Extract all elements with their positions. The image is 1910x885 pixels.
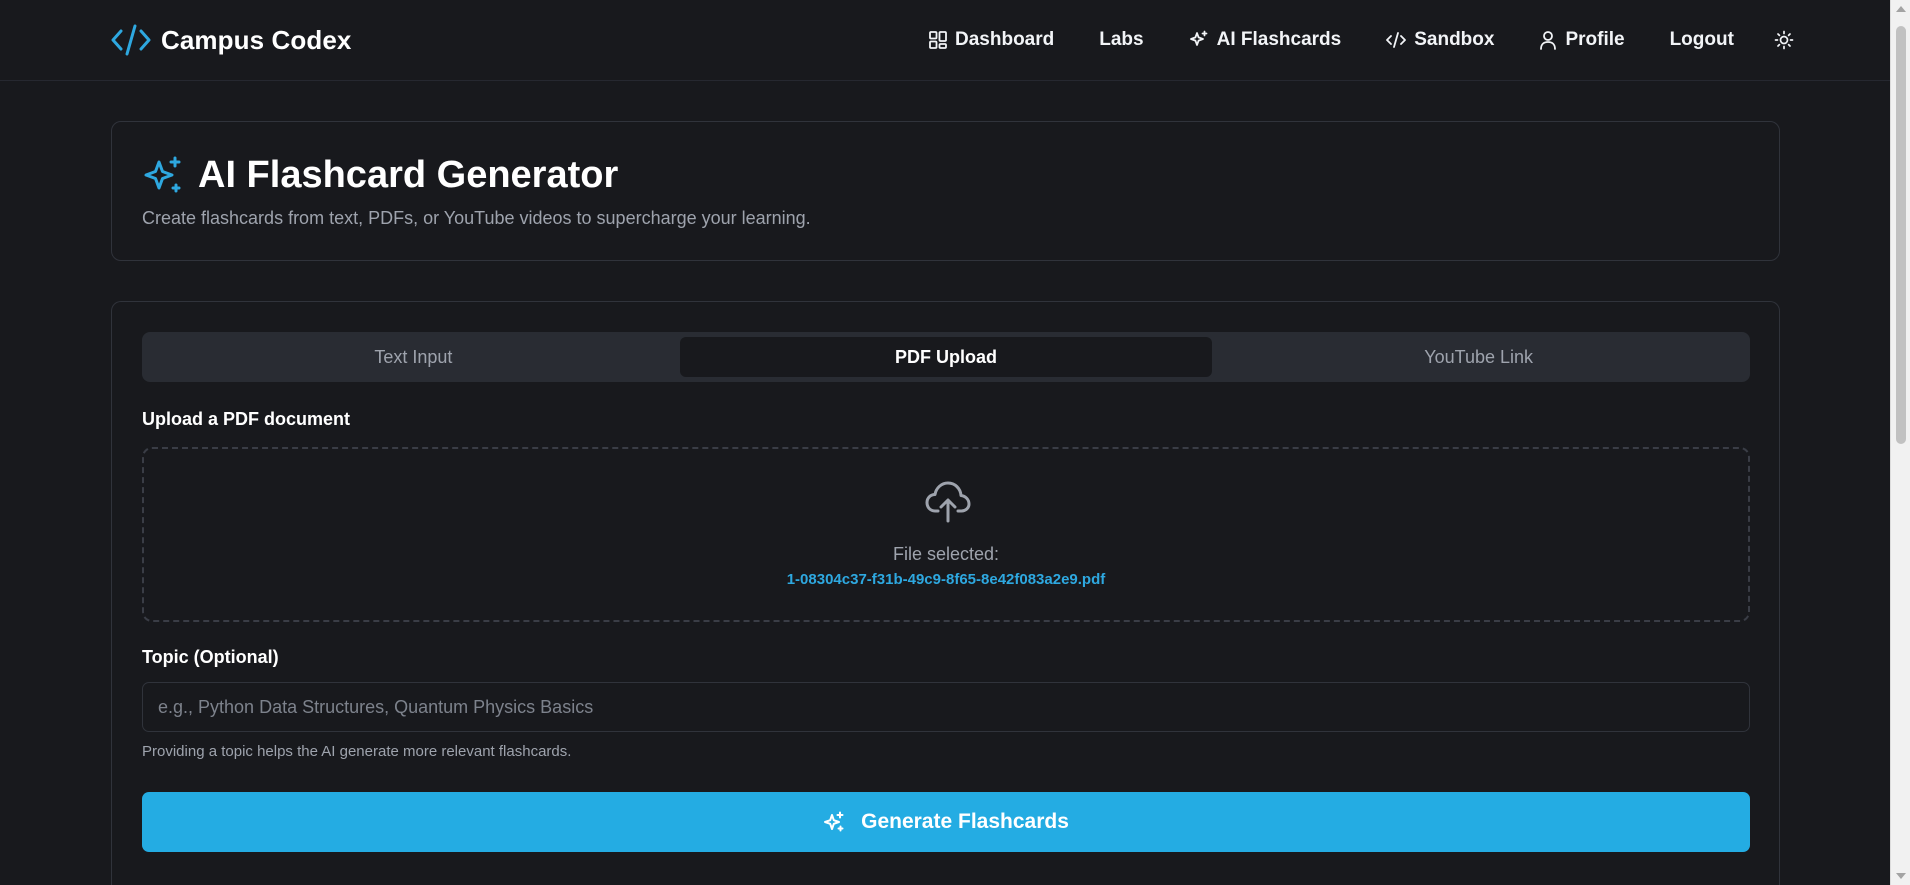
selected-file-name: 1-08304c37-f31b-49c9-8f65-8e42f083a2e9.p… [786,571,1106,588]
theme-toggle-button[interactable] [1774,30,1794,50]
topic-helper-text: Providing a topic helps the AI generate … [142,743,572,760]
nav-item-dashboard[interactable]: Dashboard [929,29,1054,51]
nav-item-profile[interactable]: Profile [1539,29,1625,51]
nav-label-dashboard: Dashboard [955,29,1055,50]
nav-label-sandbox: Sandbox [1414,29,1495,50]
user-icon [1539,30,1557,50]
code-brackets-icon [111,23,151,57]
nav-label-logout: Logout [1669,29,1734,50]
tab-text-input[interactable]: Text Input [147,337,680,377]
sparkles-icon [142,155,184,197]
hero-card: AI Flashcard Generator Create flashcards… [111,121,1780,261]
grid-icon [929,31,947,49]
input-source-tabs: Text Input PDF Upload YouTube Link [142,332,1750,382]
sun-icon [1774,30,1794,50]
cloud-upload-icon [924,479,972,523]
nav-label-ai-flashcards: AI Flashcards [1216,29,1342,50]
tab-youtube-link[interactable]: YouTube Link [1212,337,1745,377]
sparkles-icon [1189,30,1209,50]
nav-item-logout[interactable]: Logout [1670,29,1734,51]
nav-item-sandbox[interactable]: Sandbox [1386,29,1494,51]
page-title: AI Flashcard Generator [198,154,619,196]
main-nav: Dashboard Labs AI Flashcards Sandbox Pro… [929,22,1794,58]
file-selected-status: File selected: [892,544,1000,564]
pdf-dropzone[interactable]: File selected: 1-08304c37-f31b-49c9-8f65… [142,447,1750,622]
brand-name: Campus Codex [161,24,352,55]
flashcard-form-card: Text Input PDF Upload YouTube Link Uploa… [111,301,1780,885]
hero-title-row: AI Flashcard Generator [142,154,618,197]
page-subtitle: Create flashcards from text, PDFs, or Yo… [142,208,811,228]
sparkles-icon [823,811,845,833]
nav-label-profile: Profile [1565,29,1625,50]
top-navigation-bar: Campus Codex Dashboard Labs AI Flashcard… [0,0,1890,81]
nav-item-ai-flashcards[interactable]: AI Flashcards [1189,29,1342,51]
page-scrollbar[interactable] [1890,0,1910,885]
nav-label-labs: Labs [1099,29,1144,50]
scroll-up-arrow-icon[interactable] [1891,0,1910,18]
scrollbar-thumb[interactable] [1896,26,1906,444]
tab-pdf-upload[interactable]: PDF Upload [679,337,1213,377]
upload-label: Upload a PDF document [142,409,351,429]
brand-logo-link[interactable]: Campus Codex [111,23,351,57]
scroll-down-arrow-icon[interactable] [1891,867,1910,885]
topic-label: Topic (Optional) [142,647,279,667]
generate-button-label: Generate Flashcards [861,810,1069,833]
code-icon [1386,31,1407,49]
nav-item-labs[interactable]: Labs [1099,29,1143,51]
generate-flashcards-button[interactable]: Generate Flashcards [142,792,1750,852]
topic-input[interactable] [142,682,1750,732]
